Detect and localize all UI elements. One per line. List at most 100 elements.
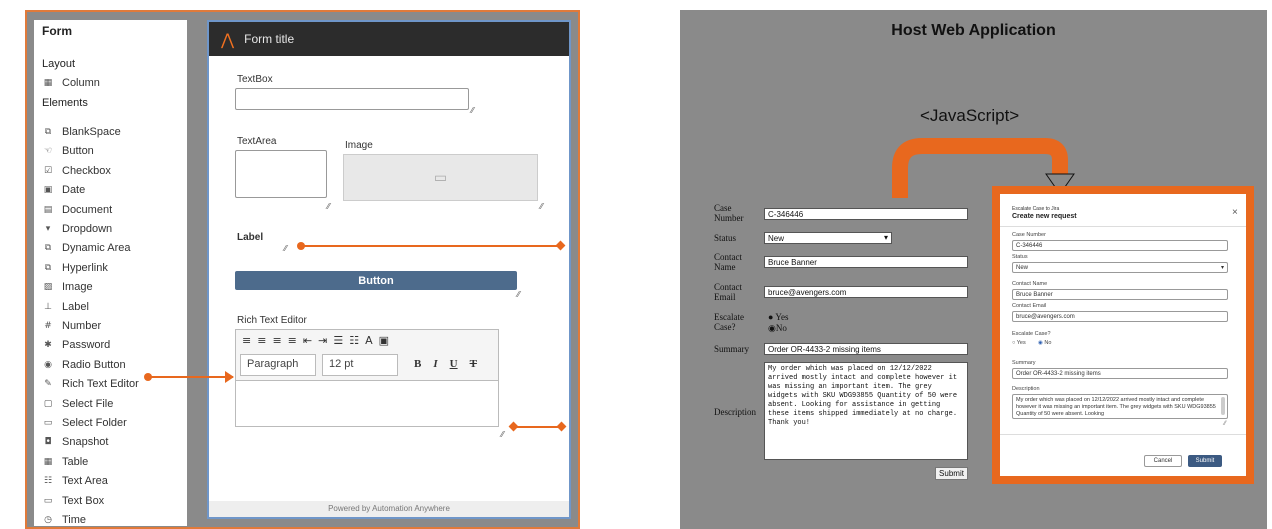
outdent-icon[interactable]: ⇤ [303, 334, 312, 347]
form-title[interactable]: Form title [244, 32, 294, 46]
bullet-list-icon[interactable]: ☰ [333, 334, 343, 347]
palette-item-column[interactable]: ▦ Column [42, 75, 100, 91]
palette-item-password[interactable]: ✱ Password [42, 337, 110, 353]
status-select[interactable]: New ▾ [764, 232, 892, 244]
palette-item-image[interactable]: ▨ Image [42, 279, 93, 295]
status-value: New [1016, 265, 1029, 271]
align-left-icon[interactable]: ≡ [242, 334, 251, 347]
case-number-input[interactable]: C-346446 [764, 208, 968, 220]
palette-item-dropdown[interactable]: ▾ Dropdown [42, 221, 112, 237]
palette-item-snapshot[interactable]: ◘ Snapshot [42, 434, 108, 450]
status-select[interactable]: New ▾ [1012, 262, 1228, 273]
align-right-icon[interactable]: ≡ [272, 334, 281, 347]
align-justify-icon[interactable]: ≡ [288, 334, 297, 347]
time-icon: ◷ [44, 515, 52, 525]
underline-icon[interactable]: U [450, 358, 458, 370]
date-icon: ▣ [43, 185, 53, 196]
contact-name-input[interactable]: Bruce Banner [1012, 289, 1228, 300]
textarea-field[interactable] [235, 150, 327, 198]
palette-item-button[interactable]: ☜ Button [42, 143, 94, 159]
radio-icon: ○ [1012, 340, 1016, 346]
submit-button[interactable]: Submit [1188, 455, 1222, 467]
document-icon: ▤ [43, 204, 53, 215]
palette-item-number[interactable]: # Number [42, 318, 101, 334]
palette-item-text-box[interactable]: ▭ Text Box [42, 493, 104, 509]
legacy-submit-button[interactable]: Submit [935, 467, 968, 480]
palette-item-rich-text-editor[interactable]: ✎ Rich Text Editor [42, 376, 139, 392]
bold-icon[interactable]: B [414, 358, 421, 370]
font-size-select[interactable]: 12 pt [322, 354, 398, 376]
chevron-down-icon: ▾ [883, 233, 888, 242]
paragraph-select[interactable]: Paragraph [240, 354, 316, 376]
resize-handle-icon[interactable]: ⁄⁄ [517, 290, 520, 299]
description-textarea[interactable]: My order which was placed on 12/12/2022 … [764, 362, 968, 460]
resize-handle-icon[interactable]: ⁄⁄ [327, 202, 330, 211]
palette-item-date[interactable]: ▣ Date [42, 182, 86, 198]
element-palette: Form Layout ▦ Column Elements ⧉ BlankSpac… [34, 20, 187, 526]
close-icon[interactable]: × [1232, 207, 1238, 218]
form-button[interactable]: Button [235, 271, 517, 290]
escalate-yes-radio[interactable]: ○ Yes [1012, 340, 1026, 346]
contact-email-label: Contact Email [714, 282, 742, 302]
palette-item-label: Dynamic Area [62, 242, 131, 255]
palette-item-label: Select File [62, 397, 114, 410]
resize-handle-icon[interactable]: ⁄⁄ [540, 202, 543, 211]
palette-item-text-area[interactable]: ☷ Text Area [42, 473, 108, 489]
snapshot-icon: ◘ [44, 437, 52, 448]
palette-item-label: Password [62, 339, 111, 352]
palette-item-blankspace[interactable]: ⧉ BlankSpace [42, 124, 121, 140]
label-icon: ⊥ [44, 301, 52, 312]
palette-item-dynamic-area[interactable]: ⧉ Dynamic Area [42, 240, 131, 256]
contact-email-input[interactable]: bruce@avengers.com [764, 286, 968, 298]
numbered-list-icon[interactable]: ☷ [349, 334, 359, 347]
palette-item-hyperlink[interactable]: ⧉ Hyperlink [42, 260, 108, 276]
cancel-button[interactable]: Cancel [1144, 455, 1182, 467]
summary-input[interactable]: Order OR-4433-2 missing items [1012, 368, 1228, 379]
image-placeholder[interactable]: ▭ [343, 154, 538, 201]
strikethrough-icon[interactable]: T [470, 358, 477, 370]
textbox-field[interactable] [235, 88, 469, 110]
resize-handle-icon[interactable]: ⁄⁄ [471, 106, 474, 115]
contact-name-input[interactable]: Bruce Banner [764, 256, 968, 268]
rich-text-editor[interactable]: ≡ ≡ ≡ ≡ ⇤ ⇥ ☰ ☷ A ▣ Paragraph 12 pt B I … [235, 329, 499, 427]
palette-item-table[interactable]: ▦ Table [42, 454, 89, 470]
align-center-icon[interactable]: ≡ [257, 334, 266, 347]
escalate-no-radio[interactable]: ◉No [768, 323, 787, 334]
case-number-input[interactable]: C-346446 [1012, 240, 1228, 251]
summary-input[interactable]: Order OR-4433-2 missing items [764, 343, 968, 355]
text-area-icon: ☷ [43, 476, 53, 487]
description-textarea[interactable]: My order which was placed on 12/12/2022 … [1012, 394, 1228, 419]
no-label: No [1044, 340, 1052, 346]
escalate-yes-radio[interactable]: ● Yes [768, 312, 788, 322]
case-number-label: Case Number [714, 203, 744, 223]
palette-item-label: Table [62, 455, 89, 468]
highlight-icon[interactable]: ▣ [379, 334, 389, 347]
italic-icon[interactable]: I [433, 358, 437, 370]
palette-item-checkbox[interactable]: ☑ Checkbox [42, 163, 111, 179]
palette-item-select-folder[interactable]: ▭ Select Folder [42, 415, 127, 431]
resize-handle-icon[interactable]: ⁄⁄ [284, 244, 287, 253]
image-icon: ▨ [43, 282, 53, 293]
scrollbar[interactable] [1221, 397, 1225, 415]
label-element[interactable]: Label [237, 232, 263, 243]
palette-item-document[interactable]: ▤ Document [42, 202, 112, 218]
indent-icon[interactable]: ⇥ [318, 334, 327, 347]
resize-handle-icon[interactable]: ⁄⁄ [501, 430, 504, 439]
annotation-dot [297, 242, 305, 250]
escalate-no-radio[interactable]: ◉ No [1038, 340, 1051, 346]
summary-label: Summary [1012, 360, 1036, 366]
palette-item-label[interactable]: ⊥ Label [42, 299, 89, 315]
palette-item-label: Text Area [62, 475, 108, 488]
palette-item-time[interactable]: ◷ Time [42, 512, 86, 528]
contact-name-label: Contact Name [714, 252, 742, 272]
image-label: Image [345, 140, 373, 151]
javascript-label: <JavaScript> [920, 106, 1020, 125]
contact-email-input[interactable]: bruce@avengers.com [1012, 311, 1228, 322]
palette-item-select-file[interactable]: ▢ Select File [42, 396, 114, 412]
palette-item-label: Hyperlink [62, 261, 108, 274]
resize-handle-icon[interactable]: ⁄⁄ [1224, 421, 1226, 427]
palette-item-radio-button[interactable]: ◉ Radio Button [42, 357, 126, 373]
font-color-icon[interactable]: A [365, 334, 373, 347]
rte-content-area[interactable] [236, 380, 498, 426]
form-builder-panel: Form Layout ▦ Column Elements ⧉ BlankSpac… [25, 10, 580, 529]
